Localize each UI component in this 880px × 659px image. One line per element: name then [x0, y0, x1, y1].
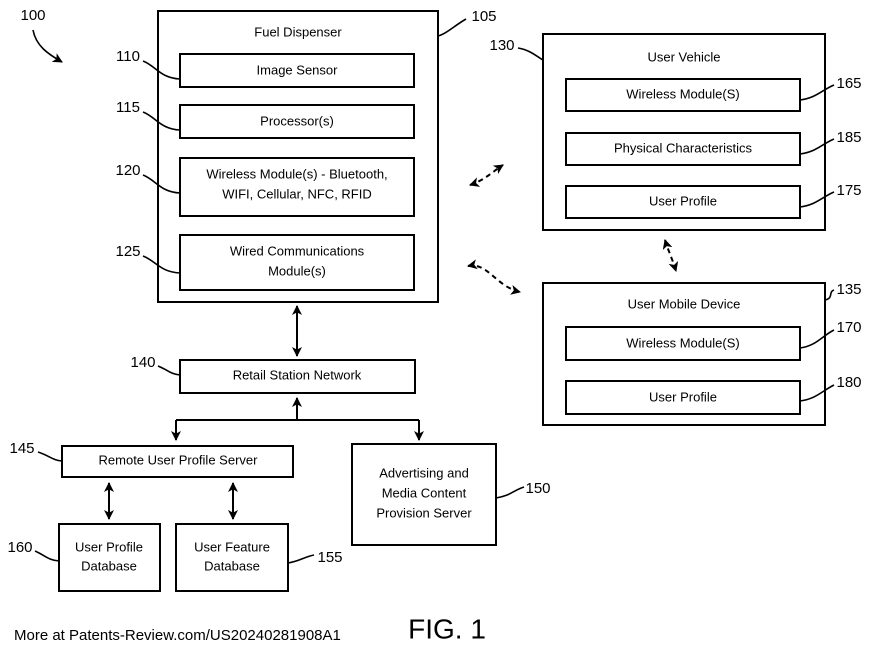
ref-label-185: 185 [836, 129, 861, 146]
node-remote-user-profile-server[interactable]: Remote User Profile Server 145 [9, 440, 294, 478]
figure-footer-attribution: More at Patents-Review.com/US20240281908… [14, 627, 341, 644]
module-wireless-label-line1: Wireless Module(s) - Bluetooth, [206, 166, 387, 181]
system-ref-leader [32, 29, 63, 63]
module-wired-label-line1: Wired Communications [230, 243, 365, 258]
module-wireless-label-line2: WIFI, Cellular, NFC, RFID [222, 186, 372, 201]
wireless-link-dispenser-vehicle [469, 164, 504, 187]
ref-label-145: 145 [9, 440, 34, 457]
ref-label-110: 110 [116, 48, 140, 65]
ref-leader-135 [824, 289, 835, 301]
node-user-vehicle[interactable]: User Vehicle 130 Wireless Module(S) 165 … [489, 33, 862, 231]
module-image-sensor-label: Image Sensor [257, 62, 339, 77]
ref-leader-130 [517, 47, 544, 61]
advertising-server-label-line2: Media Content [382, 485, 467, 500]
ref-leader-155 [287, 554, 315, 564]
node-advertising-media-server[interactable]: Advertising and Media Content Provision … [351, 443, 551, 546]
ref-leader-150 [495, 486, 525, 499]
ref-label-170: 170 [836, 319, 861, 336]
vehicle-module-physical-label: Physical Characteristics [614, 140, 752, 155]
advertising-server-label-line1: Advertising and [379, 465, 469, 480]
ref-label-120: 120 [115, 162, 140, 179]
ref-label-115: 115 [116, 99, 140, 116]
ref-label-100: 100 [20, 7, 45, 24]
retail-station-network-label: Retail Station Network [233, 367, 362, 382]
ref-label-135: 135 [836, 281, 861, 298]
node-retail-station-network[interactable]: Retail Station Network 140 [130, 354, 416, 394]
ref-label-155: 155 [317, 549, 342, 566]
ref-label-160: 160 [7, 539, 32, 556]
node-user-profile-database[interactable]: User Profile Database 160 [7, 523, 161, 592]
ref-label-175: 175 [836, 182, 861, 199]
vehicle-module-user-profile-label: User Profile [649, 193, 717, 208]
ref-label-180: 180 [836, 374, 861, 391]
mobile-module-user-profile-label: User Profile [649, 389, 717, 404]
patent-figure: 100 Fuel Dispenser 105 Image Sensor 110 … [0, 0, 880, 659]
ref-label-140: 140 [130, 354, 155, 371]
system-ref-100: 100 [20, 7, 63, 63]
mobile-module-wireless-label: Wireless Module(S) [626, 335, 739, 350]
ref-label-130: 130 [489, 37, 514, 54]
node-fuel-dispenser[interactable]: Fuel Dispenser 105 Image Sensor 110 Proc… [115, 8, 497, 303]
wireless-link-dispenser-mobile [467, 259, 521, 295]
ref-label-150: 150 [525, 480, 550, 497]
ref-leader-140 [157, 365, 181, 376]
ref-label-165: 165 [836, 75, 861, 92]
node-user-feature-database[interactable]: User Feature Database 155 [175, 523, 343, 592]
fuel-dispenser-title: Fuel Dispenser [254, 24, 342, 39]
advertising-server-label-line3: Provision Server [376, 505, 472, 520]
ref-leader-105 [437, 18, 467, 37]
user-feature-database-label-line2: Database [204, 558, 260, 573]
vehicle-module-wireless-label: Wireless Module(S) [626, 86, 739, 101]
ref-leader-145 [37, 451, 63, 462]
user-profile-database-label-line1: User Profile [75, 539, 143, 554]
figure-caption: FIG. 1 [408, 613, 486, 644]
remote-user-profile-server-label: Remote User Profile Server [99, 452, 259, 467]
module-processors-label: Processor(s) [260, 113, 334, 128]
ref-leader-160 [34, 550, 60, 562]
wireless-link-vehicle-mobile [662, 239, 679, 272]
user-profile-database-label-line2: Database [81, 558, 137, 573]
user-mobile-device-title: User Mobile Device [628, 296, 741, 311]
node-user-mobile-device[interactable]: User Mobile Device 135 Wireless Module(S… [542, 281, 862, 426]
user-feature-database-label-line1: User Feature [194, 539, 270, 554]
figure-1-diagram: 100 Fuel Dispenser 105 Image Sensor 110 … [7, 7, 862, 644]
ref-label-125: 125 [115, 243, 140, 260]
module-wired-label-line2: Module(s) [268, 263, 326, 278]
user-vehicle-title: User Vehicle [648, 49, 721, 64]
ref-label-105: 105 [471, 8, 496, 25]
